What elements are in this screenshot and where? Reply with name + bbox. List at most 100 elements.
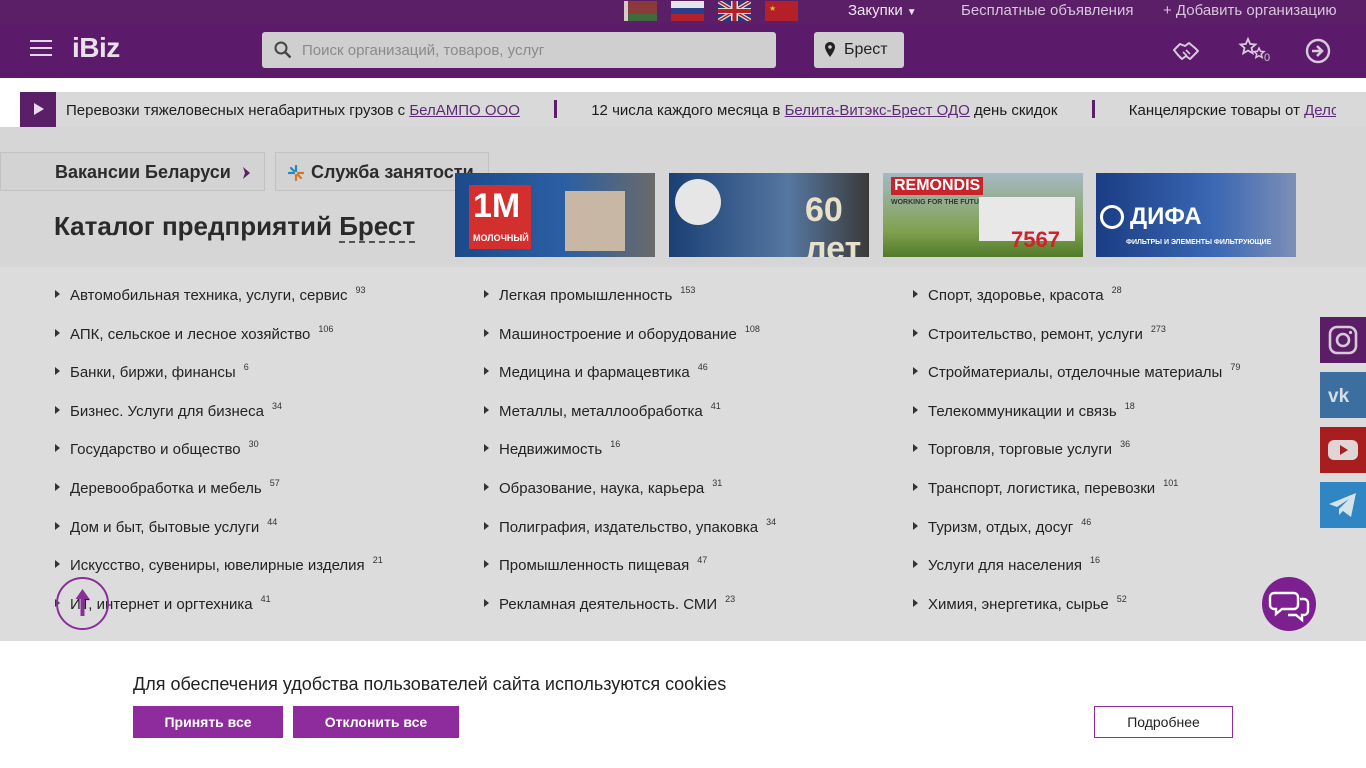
category-label: Машиностроение и оборудование <box>499 325 737 343</box>
banner-molochny[interactable]: 1M МОЛОЧНЫЙ <box>455 173 655 257</box>
category-item[interactable]: Промышленность пищевая 47 <box>483 553 776 592</box>
telegram-icon <box>1329 493 1356 517</box>
ticker-item-text: Канцелярские товары от <box>1128 102 1305 119</box>
telegram-button[interactable] <box>1320 482 1366 528</box>
category-label: Бизнес. Услуги для бизнеса <box>70 402 264 420</box>
category-count: 34 <box>766 516 777 527</box>
category-count: 31 <box>712 477 723 488</box>
category-item[interactable]: Транспорт, логистика, перевозки 101 <box>912 476 1240 515</box>
menu-icon[interactable] <box>30 40 52 56</box>
city-selector-button[interactable]: Брест <box>814 32 904 68</box>
decline-all-button[interactable]: Отклонить все <box>293 706 459 738</box>
category-item[interactable]: Металлы, металлообработка 41 <box>483 399 776 438</box>
category-label: Туризм, отдых, досуг <box>928 518 1074 536</box>
site-logo[interactable]: iBiz <box>72 32 120 64</box>
category-item[interactable]: Рекламная деятельность. СМИ 23 <box>483 592 776 631</box>
banner-text: 60 лет <box>805 191 862 257</box>
scroll-up-button[interactable] <box>56 577 109 630</box>
ticker-play-icon[interactable] <box>20 92 56 127</box>
banner-emblem <box>675 179 721 225</box>
category-label: Полиграфия, издательство, упаковка <box>499 518 759 536</box>
search-input[interactable] <box>302 32 762 68</box>
banner-text: 1M <box>473 187 521 225</box>
banner-remondis[interactable]: REMONDIS WORKING FOR THE FUTURE 7567 <box>883 173 1083 257</box>
search-icon[interactable] <box>274 41 292 59</box>
login-icon[interactable] <box>1303 36 1333 66</box>
ticker-item-link[interactable]: Дело <box>1304 102 1336 119</box>
news-ticker: Перевозки тяжеловесных негабаритных груз… <box>20 92 1366 127</box>
uk-flag-icon[interactable] <box>718 1 751 21</box>
category-item[interactable]: Торговля, торговые услуги 36 <box>912 437 1240 476</box>
ticker-item-text: Перевозки тяжеловесных негабаритных груз… <box>66 102 410 119</box>
category-count: 21 <box>372 555 383 566</box>
banner-building-image <box>565 191 625 251</box>
category-label: Медицина и фармацевтика <box>499 364 690 382</box>
header: iBiz Брест 0 <box>0 24 1366 78</box>
category-label: Торговля, торговые услуги <box>928 441 1113 459</box>
vacancies-button[interactable]: Вакансии Беларуси <box>0 152 265 191</box>
category-item[interactable]: Образование, наука, карьера 31 <box>483 476 776 515</box>
category-item[interactable]: Легкая промышленность 153 <box>483 283 776 322</box>
accept-all-button[interactable]: Принять все <box>133 706 283 738</box>
category-label: Автомобильная техника, услуги, сервис <box>70 287 348 304</box>
add-organization-link[interactable]: + Добавить организацию <box>1163 2 1337 19</box>
vk-icon: vk <box>1328 386 1350 407</box>
russia-flag-icon[interactable] <box>671 1 704 21</box>
vacancies-label: Вакансии Беларуси <box>55 162 231 182</box>
category-item[interactable]: АПК, сельское и лесное хозяйство 106 <box>54 322 383 361</box>
category-label: Металлы, металлообработка <box>499 402 703 420</box>
category-count: 18 <box>1124 400 1135 411</box>
ticker-item-text: день скидок <box>969 102 1058 119</box>
employment-logo-icon <box>288 165 304 181</box>
banner-difa[interactable]: ДИФА ФИЛЬТРЫ И ЭЛЕМЕНТЫ ФИЛЬТРУЮЩИЕ <box>1096 173 1296 257</box>
gear-icon <box>1100 205 1124 229</box>
category-label: АПК, сельское и лесное хозяйство <box>70 325 311 343</box>
banner-text: ФИЛЬТРЫ И ЭЛЕМЕНТЫ ФИЛЬТРУЮЩИЕ <box>1126 239 1272 246</box>
ticker-item-link[interactable]: БелАМПО ООО <box>409 102 520 119</box>
belarus-flag-icon[interactable] <box>624 1 657 21</box>
ticker-item: Перевозки тяжеловесных негабаритных груз… <box>66 102 520 119</box>
instagram-button[interactable] <box>1320 317 1366 363</box>
category-count: 46 <box>697 362 708 373</box>
chat-button[interactable] <box>1262 577 1316 631</box>
more-details-button[interactable]: Подробнее <box>1094 706 1233 738</box>
category-item[interactable]: Услуги для населения 16 <box>912 553 1240 592</box>
handshake-icon[interactable] <box>1171 36 1201 66</box>
category-item[interactable]: Строительство, ремонт, услуги 273 <box>912 322 1240 361</box>
cookie-message: Для обеспечения удобства пользователей с… <box>133 674 727 694</box>
category-item[interactable]: Химия, энергетика, сырье 52 <box>912 592 1240 631</box>
category-count: 16 <box>1089 555 1100 566</box>
category-item[interactable]: Бизнес. Услуги для бизнеса 34 <box>54 399 383 438</box>
catalog-title-text: Каталог предприятий <box>54 211 332 241</box>
category-item[interactable]: Деревообработка и мебель 57 <box>54 476 383 515</box>
zakupki-menu[interactable]: Закупки ▼ <box>848 2 917 19</box>
free-ads-link[interactable]: Бесплатные объявления <box>961 2 1133 19</box>
instagram-icon <box>1328 325 1358 355</box>
banner-road-construction[interactable]: 60 лет <box>669 173 869 257</box>
ticker-item-text: 12 числа каждого месяца в <box>591 102 785 119</box>
category-item[interactable]: Полиграфия, издательство, упаковка 34 <box>483 515 776 554</box>
category-item[interactable]: Недвижимость 16 <box>483 437 776 476</box>
category-item[interactable]: Телекоммуникации и связь 18 <box>912 399 1240 438</box>
category-item[interactable]: Дом и быт, бытовые услуги 44 <box>54 515 383 554</box>
category-item[interactable]: Государство и общество 30 <box>54 437 383 476</box>
category-count: 57 <box>269 477 280 488</box>
vk-button[interactable]: vk <box>1320 372 1366 418</box>
category-item[interactable]: Медицина и фармацевтика 46 <box>483 360 776 399</box>
category-count: 106 <box>318 323 334 334</box>
employment-label: Служба занятости <box>311 162 474 182</box>
category-item[interactable]: Машиностроение и оборудование 108 <box>483 322 776 361</box>
ticker-item-link[interactable]: Белита-Витэкс-Брест ОДО <box>785 102 970 119</box>
cookie-banner: Для обеспечения удобства пользователей с… <box>0 641 1366 768</box>
banner-text: МОЛОЧНЫЙ <box>473 233 529 243</box>
category-item[interactable]: Спорт, здоровье, красота 28 <box>912 283 1240 322</box>
catalog-city-selector[interactable]: Брест <box>339 211 416 243</box>
china-flag-icon[interactable]: ★ <box>765 1 798 21</box>
category-item[interactable]: Банки, биржи, финансы 6 <box>54 360 383 399</box>
category-item[interactable]: Туризм, отдых, досуг 46 <box>912 515 1240 554</box>
banner-text: WORKING FOR THE FUTURE <box>891 199 989 206</box>
category-item[interactable]: Автомобильная техника, услуги, сервис 93 <box>54 283 383 322</box>
category-item[interactable]: Стройматериалы, отделочные материалы 79 <box>912 360 1240 399</box>
banner-text: ДИФА <box>1130 203 1202 230</box>
youtube-button[interactable] <box>1320 427 1366 473</box>
